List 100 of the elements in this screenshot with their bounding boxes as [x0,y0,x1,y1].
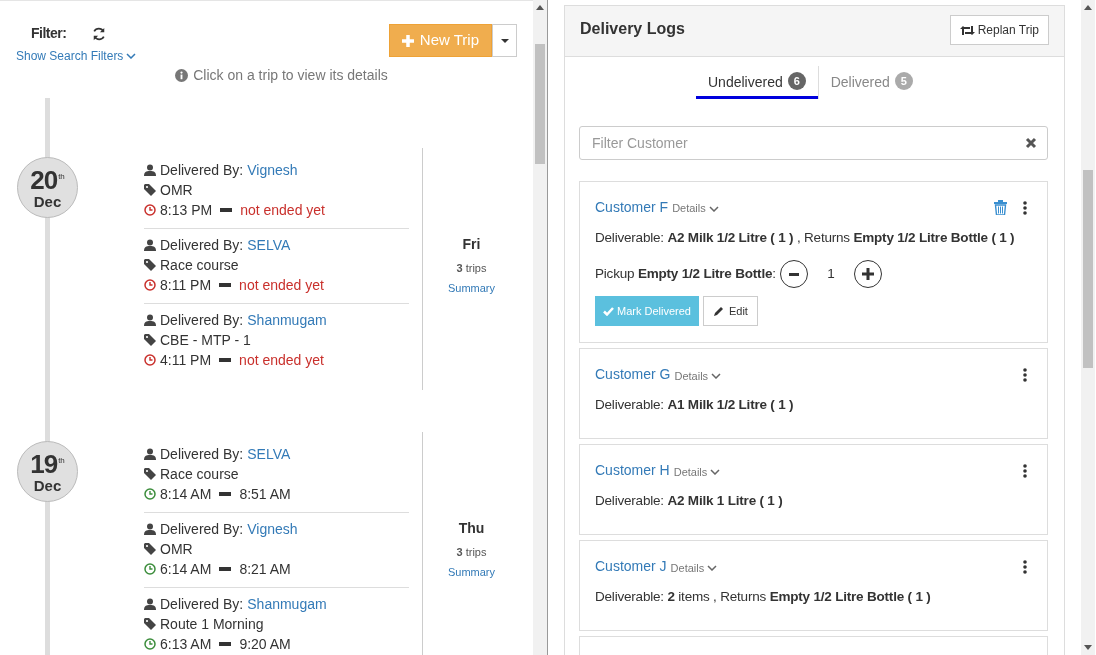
end-time: not ended yet [239,276,324,295]
more-options-icon[interactable] [1023,463,1027,478]
summary-link[interactable]: Summary [447,564,496,581]
trash-icon[interactable] [994,200,1007,215]
dropdown-toggle[interactable] [492,24,518,57]
start-time: 4:11 PM [160,351,212,370]
more-options-icon[interactable] [1023,200,1027,215]
driver-link[interactable]: Vignesh [247,160,298,180]
plus-icon [861,268,874,281]
weekday-label: Fri [462,234,481,254]
start-time: 6:14 AM [160,560,212,579]
end-time: 8:51 AM [239,485,291,504]
route-name: OMR [160,540,193,559]
details-toggle[interactable]: Details [670,559,718,576]
day-suffix: th [58,172,65,181]
pencil-icon [712,305,725,318]
trip-entry[interactable]: Delivered By: SELVA Race course 8:14 AM 8:51 AM [144,438,409,513]
delivered-by-label: Delivered By: [160,161,244,180]
details-toggle[interactable]: Details [672,200,719,217]
person-icon [144,448,156,460]
more-options-icon[interactable] [1023,559,1027,574]
details-toggle[interactable]: Details [673,463,721,480]
refresh-icon[interactable] [92,26,107,41]
tab[interactable]: Delivered 5 [817,66,925,99]
trip-count: 3 [456,544,463,560]
person-icon [144,523,156,535]
driver-link[interactable]: SELVA [247,235,291,255]
check-icon [603,306,614,316]
minus-icon [788,272,799,276]
count-badge: 6 [787,72,806,90]
pickup-label: Pickup Empty 1/2 Litre Bottle: [595,265,776,284]
scrollbar-thumb[interactable] [535,44,545,164]
trip-entry[interactable]: Delivered By: Vignesh OMR 6:14 AM 8:21 AM [144,513,409,588]
route-name: Race course [160,256,239,275]
customer-name-link[interactable]: Customer J [595,556,667,578]
dash-icon [220,208,233,212]
end-time: 8:21 AM [239,560,291,579]
trip-entry[interactable]: Delivered By: Vignesh OMR 8:13 PM not ended yet [144,154,409,229]
scroll-down-arrow-icon[interactable] [1084,645,1092,650]
tag-icon [144,259,156,271]
customer-name-link[interactable]: Customer F [595,197,669,218]
edit-button[interactable]: Edit [702,296,758,327]
tag-icon [144,184,156,196]
deliverable-text: Deliverable: 2 items , Returns Empty 1/2 Litre Bottle ( 1 ) [595,588,932,607]
chevron-down-icon [710,468,721,475]
summary-link[interactable]: Summary [447,280,496,297]
pickup-quantity: 1 [826,265,836,284]
day-suffix: th [58,456,65,465]
customer-name-link[interactable]: Customer G [595,364,671,386]
driver-link[interactable]: Shanmugam [247,594,327,614]
dash-icon [219,642,232,646]
month-label: Dec [33,193,62,209]
more-options-icon[interactable] [1023,367,1027,382]
chevron-down-icon [711,372,722,379]
dash-icon [219,567,232,571]
replan-trip-button[interactable]: Replan Trip [949,15,1049,45]
tab[interactable]: Undelivered 6 [696,66,818,99]
delivered-by-label: Delivered By: [160,520,244,539]
person-icon [144,239,156,251]
driver-link[interactable]: Vignesh [247,519,298,539]
show-search-filters-link[interactable]: Show Search Filters [16,47,137,65]
panel-title: Delivery Logs [580,19,685,39]
scrollbar-thumb[interactable] [1083,170,1093,368]
start-time: 8:13 PM [160,201,213,220]
driver-link[interactable]: SELVA [247,444,291,464]
filter-customer-field[interactable]: Filter Customer [579,126,1048,160]
start-time: 8:11 PM [160,276,212,295]
caret-icon [500,38,509,43]
driver-link[interactable]: Shanmugam [247,310,327,330]
scroll-up-arrow-icon[interactable] [536,5,544,10]
trip-entry[interactable]: Delivered By: Shanmugam CBE - MTP - 1 4:11 PM not ended yet [144,304,409,379]
deliverable-text: Deliverable: A2 Milk 1/2 Litre ( 1 ) , Returns Empty 1/2 Litre Bottle ( 1 ) [595,229,1016,247]
hint-text: Click on a trip to view its details [175,65,388,86]
person-icon [144,598,156,610]
trip-entry[interactable]: Delivered By: SELVA Race course 8:11 PM not ended yet [144,229,409,304]
chevron-down-icon [707,564,718,571]
trips-label: trips [465,260,487,276]
deliverable-text: Deliverable: A1 Milk 1/2 Litre ( 1 ) [595,396,795,415]
route-name: Race course [160,465,239,484]
person-icon [144,164,156,176]
route-name: CBE - MTP - 1 [160,331,251,350]
tag-icon [144,618,156,630]
delivered-by-label: Delivered By: [160,445,244,464]
customer-name-link[interactable]: Customer H [595,460,670,482]
chevron-down-icon [126,53,137,59]
chevron-down-icon [708,205,719,212]
weekday-label: Thu [458,518,485,538]
dash-icon [219,492,232,496]
month-label: Dec [33,477,62,493]
scrollbar[interactable] [1081,0,1095,655]
day-number: 19 [30,450,58,477]
details-toggle[interactable]: Details [674,367,722,384]
clear-icon[interactable] [1025,137,1037,149]
plus-icon [401,34,414,47]
trip-entry[interactable]: Delivered By: Shanmugam Route 1 Morning 6:13 AM 9:20 AM [144,588,409,655]
trips-label: trips [465,544,487,560]
scroll-up-arrow-icon[interactable] [1084,5,1092,10]
trip-count: 3 [456,260,463,276]
scrollbar[interactable] [533,0,547,655]
tag-icon [144,468,156,480]
